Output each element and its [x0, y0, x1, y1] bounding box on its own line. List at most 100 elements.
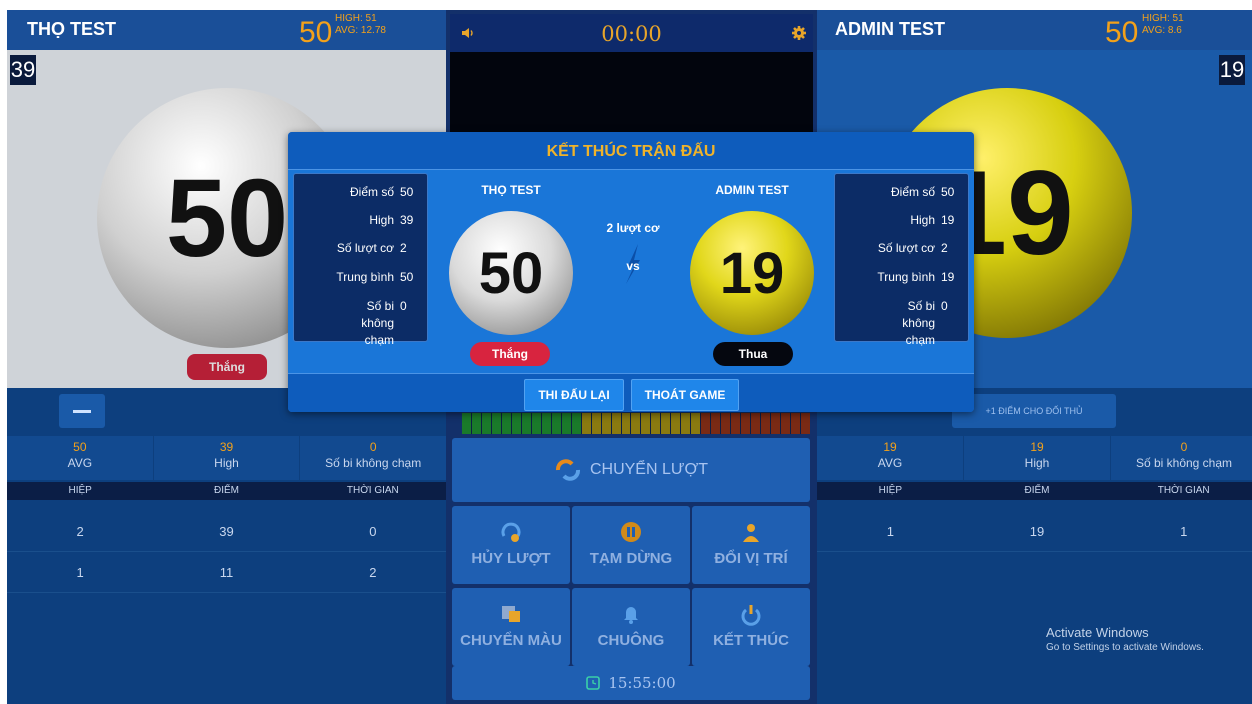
stat-label: High	[1024, 456, 1050, 470]
pause-icon	[621, 522, 641, 542]
cancel-turn-button[interactable]: HỦY LƯỢT	[452, 506, 570, 584]
right-stats-row: 19 AVG 19 High 0 Số bi không chạm	[817, 436, 1252, 480]
right-summary-stats: Điểm số 50 High 19 Số lượt cơ 2 Trung bình 1…	[834, 173, 969, 347]
switch-turn-icon	[555, 459, 580, 481]
right-avg: AVG: 8.6	[1142, 25, 1182, 36]
column-header: ĐIỂM	[213, 485, 239, 496]
exit-game-button[interactable]: THOÁT GAME	[631, 379, 739, 411]
right-player-header: ADMIN TEST 50 HIGH: 51 AVG: 8.6	[817, 10, 1252, 50]
replay-button[interactable]: THI ĐẤU LẠI	[524, 379, 624, 411]
turns-count: 2 lượt cơ	[606, 221, 660, 235]
summary-label: Điểm số	[890, 185, 935, 199]
summary-label: High	[369, 213, 394, 227]
stat-label: AVG	[67, 456, 93, 470]
right-high: HIGH: 51	[1142, 13, 1184, 24]
left-stat-miss: 0 Số bi không chạm	[300, 436, 446, 480]
left-player-score: 50	[299, 16, 333, 49]
dialog-footer: THI ĐẤU LẠI THOÁT GAME	[288, 373, 974, 412]
summary-value: 50	[400, 185, 414, 199]
column-header: THỜI GIAN	[346, 485, 399, 496]
wall-clock: 15:55:00	[452, 666, 810, 700]
summary-label: Trung bình	[877, 270, 935, 284]
cancel-turn-label: HỦY LƯỢT	[471, 550, 551, 567]
right-high-avg: HIGH: 51 AVG: 8.6	[1142, 13, 1184, 37]
dialog-title: KẾT THÚC TRẬN ĐẤU	[288, 132, 974, 170]
stat-label: High	[214, 456, 239, 470]
summary-label: Số lượt cơ	[336, 241, 394, 255]
dialog-left-player-name: THỌ TEST	[481, 183, 541, 197]
summary-label: Trung bình	[336, 270, 394, 284]
summary-label: Số lượt cơ	[877, 241, 935, 255]
table-cell: 39	[219, 524, 234, 539]
right-table-header: HIỆP ĐIỂM THỜI GIAN	[817, 482, 1252, 500]
dialog-win-badge: Thắng	[470, 342, 550, 366]
summary-label: Điểm số	[349, 185, 394, 199]
right-stat-high: 19 High	[964, 436, 1111, 480]
clock-icon	[586, 676, 601, 690]
pause-button[interactable]: TẠM DỪNG	[572, 506, 690, 584]
left-inning-counter: 39	[10, 55, 36, 85]
left-high-avg: HIGH: 51 AVG: 12.78	[335, 13, 386, 37]
end-match-dialog: KẾT THÚC TRẬN ĐẤU Điểm số 50 High 39 Số lư…	[288, 132, 974, 412]
switch-turn-button[interactable]: CHUYỂN LƯỢT	[452, 438, 810, 502]
summary-value: 2	[400, 241, 407, 255]
table-cell: 2	[76, 524, 84, 539]
vs-text: vs	[626, 259, 640, 273]
table-cell: 2	[369, 565, 377, 580]
switch-color-button[interactable]: CHUYỂN MÀU	[452, 588, 570, 666]
table-row: 1 19 1	[817, 512, 1252, 552]
table-cell: 1	[1180, 524, 1188, 539]
undo-icon	[501, 522, 521, 542]
table-cell: 1	[886, 524, 894, 539]
stat-label: Số bi không chạm	[325, 456, 422, 470]
summary-value: 50	[941, 185, 955, 199]
power-icon	[741, 605, 761, 626]
stat-label: AVG	[877, 456, 903, 470]
summary-label: Số bi không chạm	[902, 299, 935, 347]
left-stat-avg: 50 AVG	[7, 436, 154, 480]
timer-bar: 00:00	[450, 14, 813, 52]
left-avg: AVG: 12.78	[335, 25, 386, 36]
clock-time: 15:55:00	[608, 674, 676, 692]
summary-value: 19	[941, 213, 955, 227]
end-game-label: KẾT THÚC	[713, 632, 789, 649]
minus-button[interactable]	[59, 394, 105, 428]
left-player-name: THỌ TEST	[27, 19, 116, 39]
switch-color-icon	[502, 606, 520, 622]
table-cell: 11	[219, 565, 234, 580]
stat-value: 50	[73, 440, 87, 454]
summary-value: 2	[941, 241, 948, 255]
summary-value: 0	[941, 299, 948, 313]
watermark-title: Activate Windows	[1046, 625, 1149, 640]
table-cell: 1	[76, 565, 84, 580]
summary-label: High	[910, 213, 935, 227]
dialog-left-ball: 50	[449, 211, 573, 335]
stat-value: 19	[1030, 440, 1044, 454]
table-row: 2 39 0	[7, 512, 446, 552]
column-header: HIỆP	[68, 485, 92, 496]
right-inning-counter: 19	[1219, 55, 1245, 85]
stat-value: 39	[219, 440, 234, 454]
plus-one-opponent-button[interactable]: +1 ĐIỂM CHO ĐỐI THỦ	[952, 394, 1116, 428]
dialog-lose-badge: Thua	[713, 342, 793, 366]
left-stat-high: 39 High	[154, 436, 301, 480]
swap-position-button[interactable]: ĐỔI VỊ TRÍ	[692, 506, 810, 584]
left-player-header: THỌ TEST 50 HIGH: 51 AVG: 12.78	[7, 10, 446, 50]
right-player-score: 50	[1105, 16, 1139, 49]
gear-icon[interactable]	[791, 25, 807, 41]
bell-label: CHUÔNG	[597, 632, 665, 649]
watermark-subtitle: Go to Settings to activate Windows.	[1046, 642, 1204, 653]
right-stat-miss: 0 Số bi không chạm	[1111, 436, 1252, 480]
column-header: HIỆP	[878, 485, 902, 496]
swap-position-icon	[743, 524, 759, 542]
dialog-right-ball: 19	[690, 211, 814, 335]
table-row: 1 11 2	[7, 553, 446, 593]
stat-value: 19	[883, 440, 897, 454]
summary-value: 19	[941, 270, 955, 284]
bell-button[interactable]: CHUÔNG	[572, 588, 690, 666]
stat-value: 0	[1180, 440, 1188, 454]
right-stat-avg: 19 AVG	[817, 436, 964, 480]
end-game-button[interactable]: KẾT THÚC	[692, 588, 810, 666]
left-summary-stats: Điểm số 50 High 39 Số lượt cơ 2 Trung bình 5…	[293, 173, 428, 347]
summary-label: Số bi không chạm	[361, 299, 394, 347]
